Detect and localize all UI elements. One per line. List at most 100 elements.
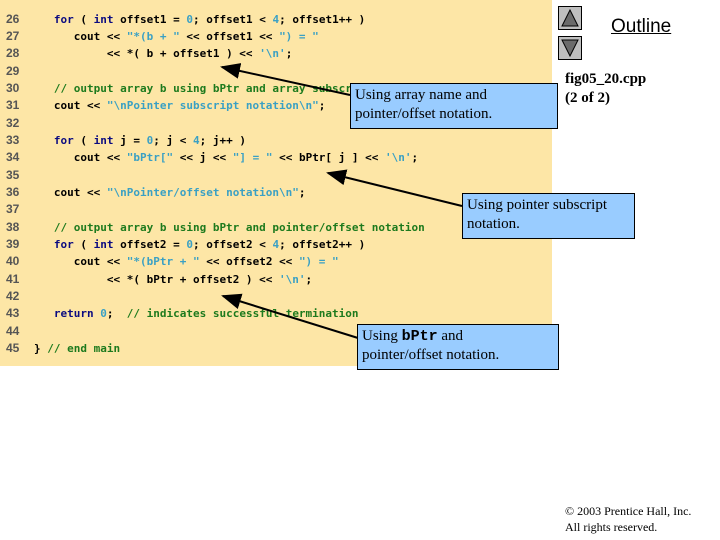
code-term: bPtr: [401, 328, 438, 345]
code-token: return: [53, 307, 94, 320]
callout-array-name-offset: Using array name and pointer/offset nota…: [350, 83, 558, 129]
code-token: '\n': [385, 151, 412, 164]
callout-line: Using array name and: [355, 87, 488, 103]
code-text: } // end main: [34, 340, 120, 357]
next-slide-button[interactable]: [558, 36, 582, 60]
code-token: // output array b using bPtr and pointer…: [53, 221, 425, 234]
figure-label: fig05_20.cpp (2 of 2): [565, 70, 646, 108]
figure-page: (2 of 2): [565, 90, 610, 106]
code-token: '\n': [279, 273, 306, 286]
code-token: int: [93, 238, 114, 251]
outline-link[interactable]: Outline: [611, 16, 671, 38]
code-text: cout << "*(b + " << offset1 << ") = ": [34, 28, 319, 45]
code-token: "*(bPtr + ": [126, 255, 200, 268]
code-token: ; offset1++ ): [279, 13, 366, 26]
code-token: for: [53, 134, 74, 147]
code-token: "\nPointer/offset notation\n": [106, 186, 299, 199]
code-token: ; offset2++ ): [279, 238, 366, 251]
code-token: << *( b + offset1 ) <<: [106, 47, 260, 60]
code-token: for: [53, 13, 74, 26]
line-number: 40: [6, 254, 20, 268]
code-text: << *( b + offset1 ) << '\n';: [34, 45, 292, 62]
code-token: ") = ": [279, 30, 319, 43]
line-number: 45: [6, 341, 20, 355]
code-token: offset2 =: [113, 238, 187, 251]
code-token: '\n': [259, 47, 286, 60]
line-number: 29: [6, 64, 20, 78]
line-number: 28: [6, 46, 20, 60]
code-token: ; j++ ): [199, 134, 246, 147]
callout-line: pointer/offset notation.: [362, 347, 500, 363]
code-text: cout << "*(bPtr + " << offset2 << ") = ": [34, 253, 339, 270]
line-number: 39: [6, 237, 20, 251]
code-token: (: [73, 238, 94, 251]
line-number: 35: [6, 168, 20, 182]
code-token: ; j <: [153, 134, 193, 147]
code-token: ; offset2 <: [192, 238, 273, 251]
callout-line: pointer/offset notation.: [355, 106, 493, 122]
code-token: ;: [318, 99, 326, 112]
code-token: "] = ": [232, 151, 273, 164]
callout-bptr-offset: Using bPtr and pointer/offset notation.: [357, 324, 559, 370]
code-token: << j <<: [173, 151, 233, 164]
code-token: }: [34, 342, 48, 355]
code-token: << bPtr[ j ] <<: [272, 151, 386, 164]
rights-line: All rights reserved.: [565, 520, 658, 534]
code-listing: 26 for ( int offset1 = 0; offset1 < 4; o…: [0, 0, 552, 366]
code-token: ;: [298, 186, 306, 199]
callout-line: Using pointer subscript: [467, 197, 607, 213]
code-token: << offset2 <<: [199, 255, 299, 268]
code-token: ;: [305, 273, 313, 286]
code-token: ; offset1 <: [192, 13, 273, 26]
code-text: for ( int offset1 = 0; offset1 < 4; offs…: [34, 11, 365, 28]
code-text: for ( int offset2 = 0; offset2 < 4; offs…: [34, 236, 365, 253]
line-number: 34: [6, 150, 20, 164]
code-text: cout << "\nPointer subscript notation\n"…: [34, 97, 326, 114]
code-token: ;: [411, 151, 419, 164]
code-token: ") = ": [298, 255, 339, 268]
code-token: "\nPointer subscript notation\n": [106, 99, 319, 112]
code-text: for ( int j = 0; j < 4; j++ ): [34, 132, 246, 149]
line-number: 32: [6, 116, 20, 130]
line-number: 43: [6, 306, 20, 320]
line-number: 26: [6, 12, 20, 26]
code-text: return 0; // indicates successful termin…: [34, 305, 359, 322]
code-text: cout << "bPtr[" << j << "] = " << bPtr[ …: [34, 149, 418, 166]
code-token: cout <<: [73, 255, 127, 268]
triangle-down-icon: [561, 39, 579, 57]
previous-slide-button[interactable]: [558, 6, 582, 30]
code-text: // output array b using bPtr and pointer…: [34, 219, 425, 236]
code-token: 0: [186, 238, 193, 251]
code-token: // indicates successful termination: [126, 307, 359, 320]
callout-pointer-subscript: Using pointer subscript notation.: [462, 193, 635, 239]
code-token: 0: [100, 307, 107, 320]
callout-line: notation.: [467, 216, 520, 232]
line-number: 27: [6, 29, 20, 43]
figure-filename: fig05_20.cpp: [565, 71, 647, 87]
code-token: cout <<: [53, 99, 107, 112]
code-token: (: [73, 13, 94, 26]
code-text: cout << "\nPointer/offset notation\n";: [34, 184, 306, 201]
code-token: cout <<: [53, 186, 107, 199]
copyright-notice: © 2003 Prentice Hall, Inc. All rights re…: [565, 503, 691, 535]
line-number: 33: [6, 133, 20, 147]
code-token: 4: [193, 134, 200, 147]
callout-line: Using bPtr and: [362, 328, 464, 345]
triangle-up-icon: [561, 9, 579, 27]
line-number: 44: [6, 324, 20, 338]
code-token: ;: [106, 307, 127, 320]
line-number: 37: [6, 202, 20, 216]
code-token: (: [73, 134, 94, 147]
code-token: j =: [113, 134, 147, 147]
